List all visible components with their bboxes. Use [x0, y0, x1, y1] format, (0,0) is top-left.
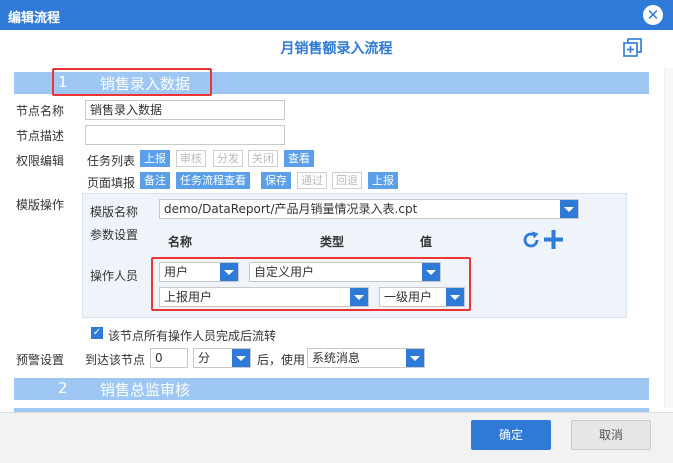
scrollbar[interactable] [664, 68, 673, 408]
page-tag-pass[interactable]: 通过 [297, 172, 327, 189]
operator-label: 操作人员 [90, 269, 139, 283]
section-number: 2 [58, 379, 68, 397]
alert-prefix: 到达该节点 [85, 353, 146, 367]
page-tag-note[interactable]: 备注 [140, 172, 170, 189]
alert-label: 预警设置 [16, 353, 65, 367]
page-title: 月销售额录入流程 [280, 41, 393, 57]
checkbox-label: 该节点所有操作人员完成后流转 [108, 329, 277, 343]
node-desc-label: 节点描述 [16, 129, 65, 143]
alert-method-value: 系统消息 [312, 351, 361, 365]
refresh-icon[interactable] [521, 230, 541, 250]
template-name-select[interactable]: demo/DataReport/产品月销量情况录入表.cpt [159, 199, 579, 219]
section-header-2[interactable]: 2 销售总监审核 [14, 378, 649, 400]
param-label: 参数设置 [90, 228, 139, 242]
page-fill-label: 页面填报 [87, 176, 136, 190]
close-icon[interactable]: ✕ [643, 5, 663, 25]
task-tag-close[interactable]: 关闭 [248, 150, 278, 167]
task-tag-distribute[interactable]: 分发 [213, 150, 243, 167]
expand-icon[interactable] [623, 38, 643, 58]
checkbox-icon[interactable]: ✓ [91, 327, 103, 339]
node-name-input[interactable]: 销售录入数据 [85, 100, 285, 120]
section-header-1[interactable]: 1 销售录入数据 [14, 68, 649, 96]
cancel-button[interactable]: 取消 [571, 420, 651, 450]
window-title: 编辑流程 [8, 11, 61, 26]
highlight-box [151, 257, 471, 311]
alert-value-input[interactable]: 0 [150, 348, 188, 368]
highlight-box [52, 68, 212, 96]
task-tag-report[interactable]: 上报 [140, 150, 170, 167]
template-op-label: 模版操作 [16, 198, 65, 212]
param-header-type: 类型 [320, 235, 345, 249]
page-tag-flow-view[interactable]: 任务流程查看 [176, 172, 250, 189]
page-tag-save[interactable]: 保存 [261, 172, 291, 189]
node-name-label: 节点名称 [16, 104, 65, 118]
alert-unit-value: 分 [198, 351, 211, 365]
dropdown-icon[interactable] [406, 349, 424, 367]
window-titlebar: 编辑流程 ✕ [0, 0, 673, 30]
dropdown-icon[interactable] [232, 349, 250, 367]
template-name-label: 模版名称 [90, 205, 139, 219]
param-header-value: 值 [420, 235, 433, 249]
add-icon[interactable] [543, 229, 564, 250]
alert-unit-select[interactable]: 分 [193, 348, 251, 368]
alert-method-select[interactable]: 系统消息 [307, 348, 425, 368]
task-list-label: 任务列表 [87, 154, 136, 168]
section-name: 销售总监审核 [100, 381, 191, 399]
node-desc-input[interactable] [85, 125, 285, 145]
task-tag-view[interactable]: 查看 [284, 150, 314, 167]
template-name-value: demo/DataReport/产品月销量情况录入表.cpt [164, 202, 418, 216]
task-tag-review[interactable]: 审核 [176, 150, 206, 167]
alert-suffix: 后，使用 [257, 353, 306, 367]
permission-label: 权限编辑 [16, 154, 65, 168]
dropdown-icon[interactable] [560, 200, 578, 218]
page-tag-rollback[interactable]: 回退 [332, 172, 362, 189]
ok-button[interactable]: 确定 [471, 420, 551, 450]
param-header-name: 名称 [168, 235, 193, 249]
page-tag-submit[interactable]: 上报 [368, 172, 398, 189]
